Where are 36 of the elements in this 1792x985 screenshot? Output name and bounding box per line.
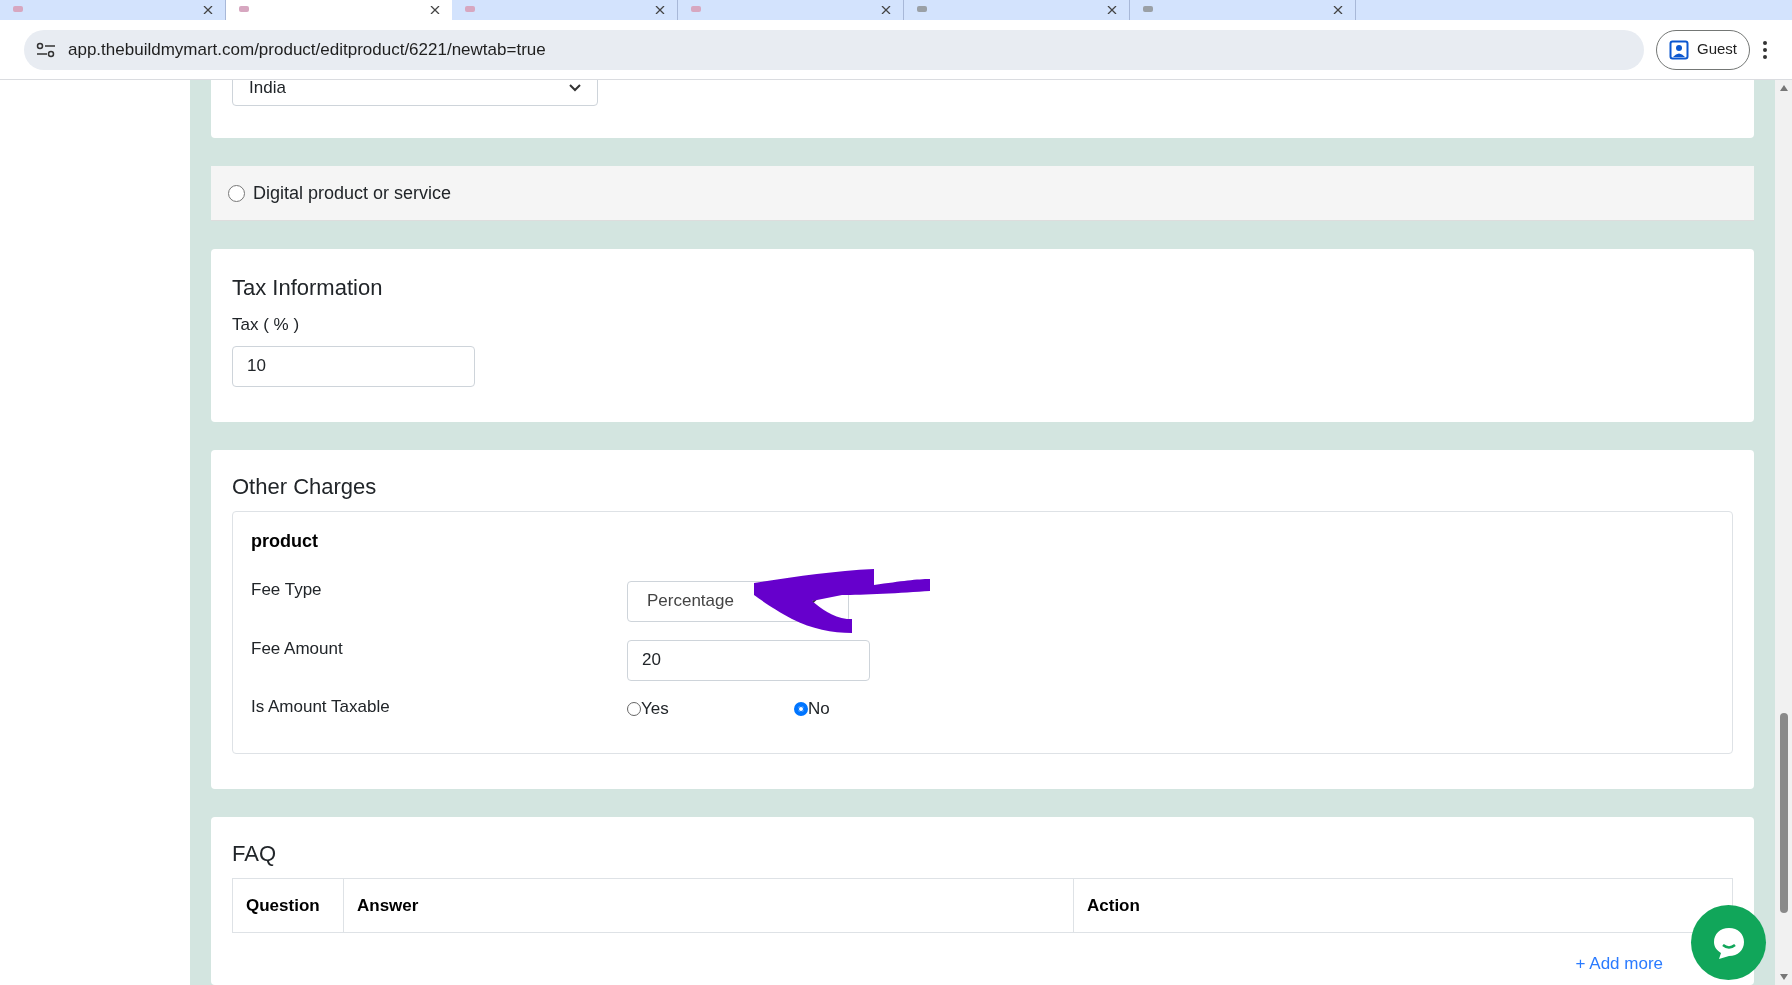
radio-button[interactable] — [228, 184, 245, 202]
radio-button[interactable] — [794, 702, 808, 716]
field-label: Is Amount Taxable — [251, 696, 391, 718]
field-label: Fee Amount — [251, 638, 344, 660]
radio-label: No — [808, 698, 830, 721]
section-title: Tax Information — [232, 274, 383, 302]
section-title: Other Charges — [232, 473, 378, 501]
scroll-down-icon[interactable] — [1778, 973, 1789, 981]
add-more-link[interactable]: + Add more — [1575, 951, 1663, 977]
section-title: FAQ — [232, 840, 277, 868]
close-icon[interactable] — [430, 6, 440, 14]
column-header: Answer — [343, 879, 1073, 932]
radio-label: Yes — [641, 698, 669, 721]
country-select[interactable]: India — [232, 80, 598, 106]
select-value: Percentage — [647, 590, 734, 613]
address-bar[interactable]: app.thebuildmymart.com/product/editproduct/6221/newtab=true — [24, 29, 1644, 70]
tax-input[interactable]: 10 — [232, 345, 475, 387]
column-header: Question — [245, 894, 321, 917]
radio-button[interactable] — [627, 702, 641, 716]
select-value: India — [249, 80, 286, 100]
field-label: Fee Type — [251, 579, 323, 601]
close-icon[interactable] — [655, 6, 665, 14]
scrollbar-thumb[interactable] — [1779, 712, 1788, 913]
close-icon[interactable] — [881, 6, 891, 14]
scroll-up-icon[interactable] — [1778, 84, 1789, 92]
fee-amount-input[interactable]: 20 — [627, 639, 870, 681]
group-title: product — [251, 530, 319, 553]
url-text: app.thebuildmymart.com/product/editproduct/6221/newtab=true — [68, 38, 546, 61]
close-icon[interactable] — [1107, 6, 1117, 14]
site-settings-icon[interactable] — [36, 41, 56, 58]
profile-icon — [1668, 39, 1689, 60]
menu-icon[interactable] — [1762, 39, 1768, 60]
close-icon[interactable] — [1333, 6, 1343, 14]
field-label: Tax ( % ) — [232, 314, 300, 336]
option-label: Digital product or service — [253, 181, 452, 205]
close-icon[interactable] — [203, 6, 213, 14]
